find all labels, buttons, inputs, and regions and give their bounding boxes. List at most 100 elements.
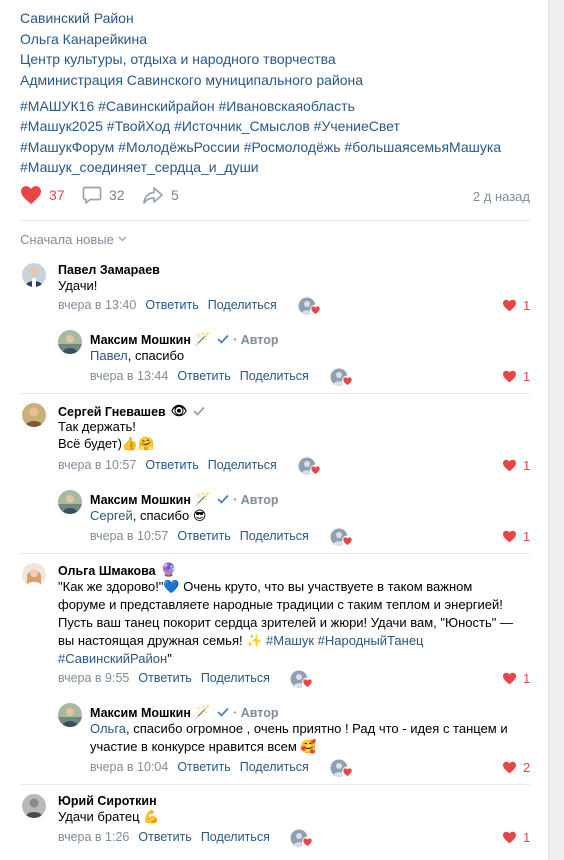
reply-addressee-link[interactable]: Ольга xyxy=(90,721,126,736)
heart-icon xyxy=(503,672,516,685)
chevron-down-icon xyxy=(118,234,127,245)
avatar[interactable] xyxy=(22,403,46,427)
reply-addressee-link[interactable]: Павел xyxy=(90,348,128,363)
reaction-avatar[interactable] xyxy=(298,457,322,477)
comment-like-count: 1 xyxy=(523,458,531,473)
author-name[interactable]: Максим Мошкин xyxy=(90,333,191,347)
reply-button[interactable]: Ответить xyxy=(145,458,198,472)
reply-button[interactable]: Ответить xyxy=(177,369,230,383)
comment-author: Максим Мошкин 🪄 · Автор xyxy=(90,705,279,720)
comment-like-button[interactable]: 1 xyxy=(502,529,530,544)
reply-button[interactable]: Ответить xyxy=(138,830,191,844)
share-comment-button[interactable]: Поделиться xyxy=(201,830,270,844)
reaction-avatar[interactable] xyxy=(330,759,354,779)
comment-author[interactable]: Юрий Сироткин xyxy=(58,794,157,808)
eye-emoji-icon: 👁 xyxy=(170,404,188,419)
heart-icon xyxy=(503,459,516,472)
post-hashtags: #МАШУК16 #Савинскийрайон #Ивановскаяобла… xyxy=(20,96,540,177)
reply-addressee-link[interactable]: Сергей xyxy=(90,508,133,523)
post-body: Савинский Район Ольга Канарейкина Центр … xyxy=(20,8,540,90)
hashtag-link[interactable]: #СавинскийРайон xyxy=(58,651,167,666)
comment-text-line: Всё будет)👍🤗 xyxy=(58,436,155,451)
author-badge: · Автор xyxy=(233,492,279,507)
post-time[interactable]: 2 д назад xyxy=(473,189,530,204)
comment-author: Ольга Шмакова 🔮 xyxy=(58,563,177,578)
reaction-avatar[interactable] xyxy=(330,368,354,388)
wand-emoji-icon: 🪄 xyxy=(194,332,212,347)
hashtag-link[interactable]: #Машук #НародныйТанец xyxy=(266,633,424,648)
heart-icon xyxy=(20,185,42,205)
hashtag-line[interactable]: #МашукФорум #МолодёжьРоссии #Росмолодёжь… xyxy=(20,137,540,157)
avatar[interactable] xyxy=(22,263,46,287)
comment-like-count: 1 xyxy=(523,671,531,686)
divider xyxy=(20,393,530,394)
comment-like-button[interactable]: 1 xyxy=(502,830,530,845)
author-name[interactable]: Максим Мошкин xyxy=(90,493,191,507)
avatar[interactable] xyxy=(58,703,82,727)
reply-button[interactable]: Ответить xyxy=(145,298,198,312)
author-name[interactable]: Сергей Гневашев xyxy=(58,405,166,419)
like-button[interactable]: 37 xyxy=(20,185,65,205)
comment-text-line: вы настоящая дружная семья! ✨ xyxy=(58,633,266,648)
comment-time[interactable]: вчера в 13:44 xyxy=(90,369,168,383)
comment-text-line: , спасибо огромное , очень приятно ! Рад… xyxy=(126,721,508,736)
comment-like-button[interactable]: 1 xyxy=(502,671,530,686)
reply-button[interactable]: Ответить xyxy=(138,671,191,685)
share-comment-button[interactable]: Поделиться xyxy=(208,298,277,312)
post-link-district[interactable]: Савинский Район xyxy=(20,8,540,29)
sort-dropdown[interactable]: Сначала новые xyxy=(20,232,127,247)
post-link-administration[interactable]: Администрация Савинского муниципального … xyxy=(20,70,540,91)
reply-button[interactable]: Ответить xyxy=(177,529,230,543)
heart-icon xyxy=(503,831,516,844)
comment-meta: вчера в 13:40 Ответить Поделиться xyxy=(58,298,286,312)
hashtag-line[interactable]: #МАШУК16 #Савинскийрайон #Ивановскаяобла… xyxy=(20,96,540,116)
share-count: 5 xyxy=(171,187,179,203)
avatar[interactable] xyxy=(22,794,46,818)
comment-button[interactable]: 32 xyxy=(82,185,125,205)
like-count: 37 xyxy=(49,187,65,203)
comment-time[interactable]: вчера в 10:57 xyxy=(58,458,136,472)
reply-button[interactable]: Ответить xyxy=(177,760,230,774)
comment-text-line: Удачи братец 💪 xyxy=(58,809,160,824)
comment-time[interactable]: вчера в 9:55 xyxy=(58,671,129,685)
wand-emoji-icon: 🪄 xyxy=(194,492,212,507)
share-comment-button[interactable]: Поделиться xyxy=(240,760,309,774)
avatar[interactable] xyxy=(22,563,46,587)
comment-like-count: 2 xyxy=(523,760,531,775)
reaction-avatar[interactable] xyxy=(290,829,314,849)
reaction-avatar[interactable] xyxy=(290,670,314,690)
comment-time[interactable]: вчера в 10:57 xyxy=(90,529,168,543)
share-comment-button[interactable]: Поделиться xyxy=(208,458,277,472)
avatar[interactable] xyxy=(58,330,82,354)
comment-meta: вчера в 9:55 Ответить Поделиться xyxy=(58,671,279,685)
post-link-person[interactable]: Ольга Канарейкина xyxy=(20,29,540,50)
comment-author: Сергей Гневашев 👁 xyxy=(58,404,205,419)
author-badge: · Автор xyxy=(233,332,279,347)
avatar[interactable] xyxy=(58,490,82,514)
comment-author[interactable]: Павел Замараев xyxy=(58,263,160,277)
share-comment-button[interactable]: Поделиться xyxy=(201,671,270,685)
comment-time[interactable]: вчера в 10:04 xyxy=(90,760,168,774)
verified-check-icon xyxy=(217,333,229,347)
share-button[interactable]: 5 xyxy=(142,185,179,205)
share-comment-button[interactable]: Поделиться xyxy=(240,529,309,543)
hashtag-line[interactable]: #Машук_соединяет_сердца_и_души xyxy=(20,157,540,177)
hashtag-line[interactable]: #Машук2025 #ТвойХод #Источник_Смыслов #У… xyxy=(20,116,540,136)
divider xyxy=(20,784,530,785)
comment-like-button[interactable]: 1 xyxy=(502,458,530,473)
comment-like-button[interactable]: 2 xyxy=(502,760,530,775)
reaction-avatar[interactable] xyxy=(330,528,354,548)
share-icon xyxy=(142,185,164,205)
page-background xyxy=(548,0,564,860)
share-comment-button[interactable]: Поделиться xyxy=(240,369,309,383)
comment-time[interactable]: вчера в 1:26 xyxy=(58,830,129,844)
comment-like-button[interactable]: 1 xyxy=(502,369,530,384)
comment-time[interactable]: вчера в 13:40 xyxy=(58,298,136,312)
reaction-avatar[interactable] xyxy=(298,297,322,317)
comment-text: вы настоящая дружная семья! ✨ #Машук #На… xyxy=(58,632,424,650)
author-name[interactable]: Максим Мошкин xyxy=(90,706,191,720)
post-link-center[interactable]: Центр культуры, отдыха и народного творч… xyxy=(20,49,540,70)
comment-like-button[interactable]: 1 xyxy=(502,298,530,313)
author-name[interactable]: Ольга Шмакова xyxy=(58,564,156,578)
comment-text-line: Так держать! xyxy=(58,419,136,434)
